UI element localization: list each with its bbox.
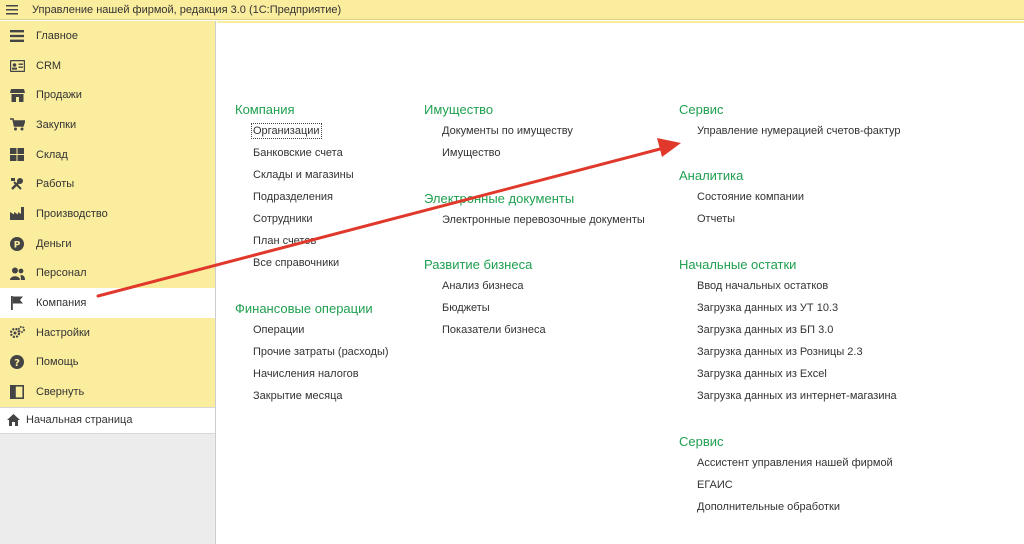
section-label: CRM [36, 59, 62, 72]
group-analytics: Аналитика Состояние компании Отчеты [679, 167, 804, 234]
section-main[interactable]: Главное [0, 21, 215, 51]
section-content: Компания Организации Банковские счета Ск… [217, 23, 1024, 544]
link-business-analysis[interactable]: Анализ бизнеса [424, 279, 546, 301]
link-additional-processing[interactable]: Дополнительные обработки [679, 500, 893, 522]
home-icon [6, 413, 20, 427]
group-service-2: Сервис Ассистент управления нашей фирмой… [679, 433, 893, 522]
window-title: Управление нашей фирмой, редакция 3.0 (1… [32, 3, 342, 16]
link-bank-accounts[interactable]: Банковские счета [235, 146, 354, 168]
section-sales[interactable]: Продажи [0, 80, 215, 110]
group-title: Электронные документы [424, 191, 575, 206]
warehouse-icon [9, 147, 25, 163]
link-other-expenses[interactable]: Прочие затраты (расходы) [235, 345, 389, 367]
group-service: Сервис Управление нумерацией счетов-факт… [679, 101, 901, 146]
tools-icon [9, 176, 25, 192]
section-purchases[interactable]: Закупки [0, 110, 215, 140]
section-help[interactable]: ? Помощь [0, 348, 215, 378]
factory-icon [9, 206, 25, 222]
list-icon [9, 28, 25, 44]
section-label: Компания [36, 297, 87, 310]
gear-icon [9, 325, 25, 341]
section-warehouse[interactable]: Склад [0, 140, 215, 170]
section-label: Настройки [36, 326, 90, 339]
group-title: Компания [235, 102, 295, 117]
link-reports[interactable]: Отчеты [679, 212, 804, 234]
hamburger-icon[interactable] [0, 0, 24, 20]
title-bar: Управление нашей фирмой, редакция 3.0 (1… [0, 0, 1024, 20]
svg-text:P: P [14, 240, 21, 250]
id-card-icon [9, 58, 25, 74]
link-assistant[interactable]: Ассистент управления нашей фирмой [679, 456, 893, 478]
group-business-development: Развитие бизнеса Анализ бизнеса Бюджеты … [424, 256, 546, 345]
link-import-bp[interactable]: Загрузка данных из БП 3.0 [679, 323, 897, 345]
shop-icon [9, 87, 25, 103]
section-personnel[interactable]: Персонал [0, 259, 215, 289]
group-property: Имущество Документы по имуществу Имущест… [424, 101, 573, 168]
link-chart-of-accounts[interactable]: План счетов [235, 234, 354, 256]
link-tax-accruals[interactable]: Начисления налогов [235, 367, 389, 389]
group-title: Финансовые операции [235, 301, 373, 316]
svg-text:?: ? [14, 358, 20, 369]
group-title: Имущество [424, 102, 494, 117]
group-title: Развитие бизнеса [424, 257, 533, 272]
link-month-closing[interactable]: Закрытие месяца [235, 389, 389, 411]
link-import-retail[interactable]: Загрузка данных из Розницы 2.3 [679, 345, 897, 367]
group-title: Начальные остатки [679, 257, 797, 272]
link-import-excel[interactable]: Загрузка данных из Excel [679, 367, 897, 389]
section-label: Продажи [36, 89, 82, 102]
section-money[interactable]: P Деньги [0, 229, 215, 259]
section-collapse[interactable]: Свернуть [0, 377, 215, 407]
group-title: Аналитика [679, 168, 744, 183]
group-title: Сервис [679, 102, 724, 117]
section-label: Персонал [36, 267, 87, 280]
link-operations[interactable]: Операции [235, 323, 389, 345]
people-icon [9, 265, 25, 281]
link-warehouses-stores[interactable]: Склады и магазины [235, 168, 354, 190]
cart-icon [9, 117, 25, 133]
link-import-ut[interactable]: Загрузка данных из УТ 10.3 [679, 301, 897, 323]
group-financial-operations: Финансовые операции Операции Прочие затр… [235, 300, 389, 411]
collapse-panel-icon [9, 384, 25, 400]
link-egais[interactable]: ЕГАИС [679, 478, 893, 500]
sections-list: Главное CRM Продажи Закупки Склад Работы… [0, 21, 215, 407]
link-property[interactable]: Имущество [424, 146, 573, 168]
section-works[interactable]: Работы [0, 169, 215, 199]
section-label: Свернуть [36, 386, 85, 399]
flag-icon [9, 295, 25, 311]
link-enter-opening-balances[interactable]: Ввод начальных остатков [679, 279, 897, 301]
section-label: Склад [36, 148, 68, 161]
section-label: Работы [36, 178, 75, 191]
home-page-item[interactable]: Начальная страница [0, 406, 215, 434]
link-employees[interactable]: Сотрудники [235, 212, 354, 234]
section-settings[interactable]: Настройки [0, 318, 215, 348]
link-departments[interactable]: Подразделения [235, 190, 354, 212]
group-opening-balances: Начальные остатки Ввод начальных остатко… [679, 256, 897, 411]
group-company: Компания Организации Банковские счета Ск… [235, 101, 354, 278]
ruble-coin-icon: P [9, 236, 25, 252]
section-crm[interactable]: CRM [0, 51, 215, 81]
link-import-webshop[interactable]: Загрузка данных из интернет-магазина [679, 389, 897, 411]
link-business-indicators[interactable]: Показатели бизнеса [424, 323, 546, 345]
link-property-documents[interactable]: Документы по имуществу [424, 124, 573, 146]
section-label: Помощь [36, 356, 79, 369]
section-label: Производство [36, 207, 108, 220]
group-title: Сервис [679, 434, 724, 449]
link-company-state[interactable]: Состояние компании [679, 190, 804, 212]
section-label: Закупки [36, 118, 77, 131]
link-electronic-waybills[interactable]: Электронные перевозочные документы [424, 213, 645, 235]
link-invoice-numbering[interactable]: Управление нумерацией счетов-фактур [679, 124, 901, 146]
sections-panel: Главное CRM Продажи Закупки Склад Работы… [0, 21, 216, 544]
section-production[interactable]: Производство [0, 199, 215, 229]
question-icon: ? [9, 354, 25, 370]
group-electronic-documents: Электронные документы Электронные перево… [424, 190, 645, 235]
section-company[interactable]: Компания [0, 288, 215, 318]
section-label: Деньги [36, 237, 72, 250]
link-all-catalogs[interactable]: Все справочники [235, 256, 354, 278]
link-organizations[interactable]: Организации [235, 123, 354, 146]
section-label: Главное [36, 29, 79, 42]
home-page-label: Начальная страница [26, 414, 133, 427]
link-budgets[interactable]: Бюджеты [424, 301, 546, 323]
